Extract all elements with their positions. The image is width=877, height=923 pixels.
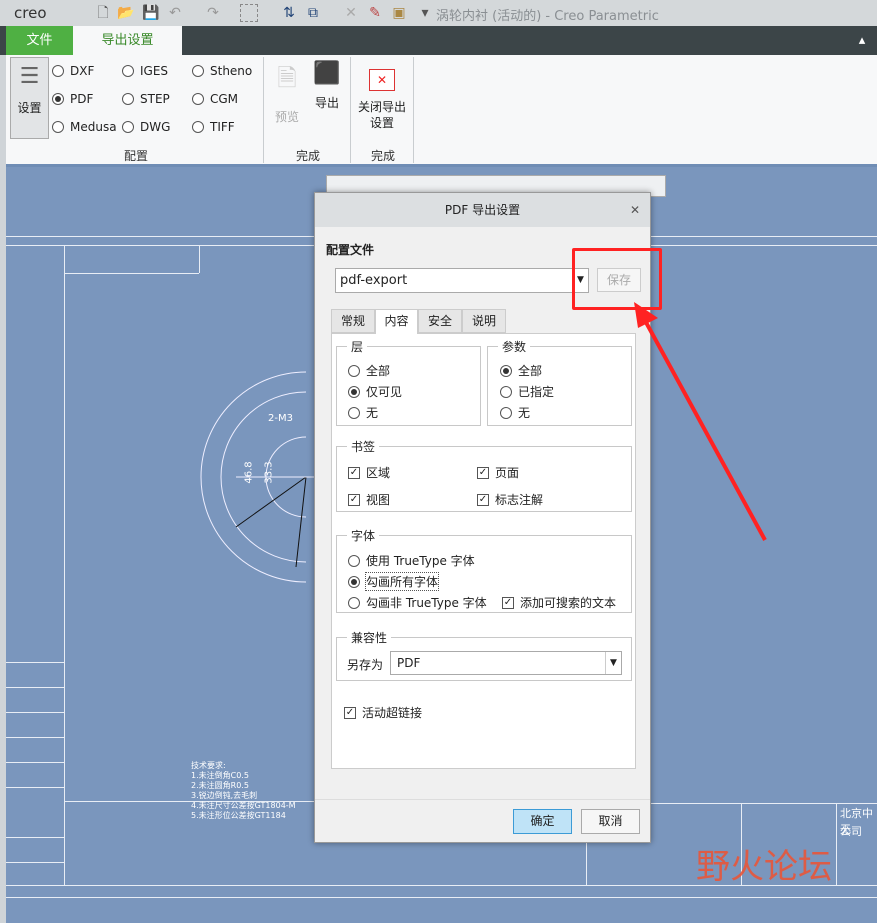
select-box-icon[interactable] [240,4,258,22]
preview-button[interactable]: 🗎 预览 [272,61,302,125]
params-none-radio[interactable]: 无 [500,404,530,421]
tab-security[interactable]: 安全 [418,309,462,333]
divider [350,57,351,163]
font-stroke-non-truetype-radio[interactable]: 勾画非 TrueType 字体 [348,594,487,611]
bookmark-views-checkbox[interactable]: ✓ 视图 [348,491,390,508]
font-stroke-all-radio[interactable]: 勾画所有字体 [348,572,440,591]
searchable-text-checkbox[interactable]: ✓ 添加可搜索的文本 [502,594,616,611]
redo-icon[interactable]: ↷ [204,4,222,22]
dialog-header: PDF 导出设置 ✕ [315,193,650,227]
title-bar: creo 🗋 📂 💾 ↶ ↷ ⇅ ⧉ ✕ ✎ ▣ ▾ 涡轮内衬 (活动的) - … [0,0,877,26]
export-icon: ⬛ [313,61,341,86]
close-window-icon[interactable]: ✕ [342,4,360,22]
folder-check-icon[interactable]: ▣ [390,4,408,22]
bookmark-pages-checkbox[interactable]: ✓ 页面 [477,464,519,481]
group-label-config: 配置 [124,149,149,163]
ok-button[interactable]: 确定 [513,809,572,834]
tab-content[interactable]: 内容 [375,309,418,334]
ribbon: ☰ 设置 DXF IGES Stheno PDF STEP CGM Medusa… [6,55,877,167]
profile-label: 配置文件 [326,243,375,257]
cancel-button[interactable]: 取消 [581,809,640,834]
edit-icon[interactable]: ✎ [366,4,384,22]
format-dwg[interactable]: DWG [122,120,170,134]
hyperlinks-checkbox[interactable]: ✓ 活动超链接 [344,704,422,721]
export-button[interactable]: ⬛ 导出 [312,61,342,111]
settings-icon: ☰ [19,64,40,89]
bookmark-zones-checkbox[interactable]: ✓ 区域 [348,464,390,481]
creo-logo: creo [14,4,47,22]
annotation-arrow [634,302,767,541]
format-cgm[interactable]: CGM [192,92,238,106]
open-folder-icon[interactable]: 📂 [117,4,135,22]
window-icon[interactable]: ⧉ [304,4,322,22]
format-medusa[interactable]: Medusa [52,120,117,134]
collapse-ribbon-icon[interactable]: ▴ [855,26,869,55]
layers-visible-radio[interactable]: 仅可见 [348,383,402,400]
save-as-label: 另存为 [347,658,384,672]
undo-icon[interactable]: ↶ [166,4,184,22]
dialog-title: PDF 导出设置 [444,203,521,217]
group-label-finish: 完成 [296,149,321,163]
close-export-button[interactable]: ✕ 关闭导出 设置 [356,69,408,131]
profile-select[interactable]: pdf-export ▼ [335,268,589,293]
tab-export-settings[interactable]: 导出设置 [73,26,182,55]
tab-file[interactable]: 文件 [6,26,73,55]
format-stheno[interactable]: Stheno [192,64,252,78]
technical-notes: 技术要求: 1.未注倒角C0.5 2.未注圆角R0.5 3.锐边倒钝,去毛刺 4.未注尺… [191,761,296,820]
divider [263,57,264,163]
settings-button[interactable]: ☰ 设置 [10,57,49,139]
bookmark-notes-checkbox[interactable]: ✓ 标志注解 [477,491,543,508]
close-icon[interactable]: ✕ [630,193,640,227]
settings-label: 设置 [17,101,42,115]
params-specified-radio[interactable]: 已指定 [500,383,554,400]
chevron-down-icon: ▼ [605,652,621,674]
tab-description[interactable]: 说明 [462,309,506,333]
tab-panel: 层 全部 仅可见 无 参数 全部 已指定 无 书签 ✓ 区域 ✓ 页面 ✓ 视图 ✓ 标… [331,333,636,769]
layers-none-radio[interactable]: 无 [348,404,378,421]
ribbon-tabs: 文件 导出设置 ▴ [0,26,877,55]
params-all-radio[interactable]: 全部 [500,362,542,379]
format-iges[interactable]: IGES [122,64,168,78]
window-title: 涡轮内衬 (活动的) - Creo Parametric [436,9,659,24]
watermark: 野火论坛 [696,847,832,887]
regenerate-icon[interactable]: ⇅ [280,4,298,22]
save-as-select[interactable]: PDF ▼ [390,651,622,675]
preview-icon: 🗎 [277,64,297,92]
group-label-finish-2: 完成 [371,149,396,163]
close-icon: ✕ [369,69,395,91]
divider [413,57,414,163]
save-icon[interactable]: 💾 [142,4,160,22]
format-pdf[interactable]: PDF [52,92,93,106]
customize-dropdown-icon[interactable]: ▾ [416,4,434,22]
format-tiff[interactable]: TIFF [192,120,235,134]
tab-general[interactable]: 常规 [331,309,375,333]
format-step[interactable]: STEP [122,92,170,106]
format-dxf[interactable]: DXF [52,64,94,78]
new-file-icon[interactable]: 🗋 [94,4,112,22]
font-truetype-radio[interactable]: 使用 TrueType 字体 [348,552,475,569]
tab-bar: 常规 内容 安全 说明 [331,309,508,334]
layers-all-radio[interactable]: 全部 [348,362,390,379]
